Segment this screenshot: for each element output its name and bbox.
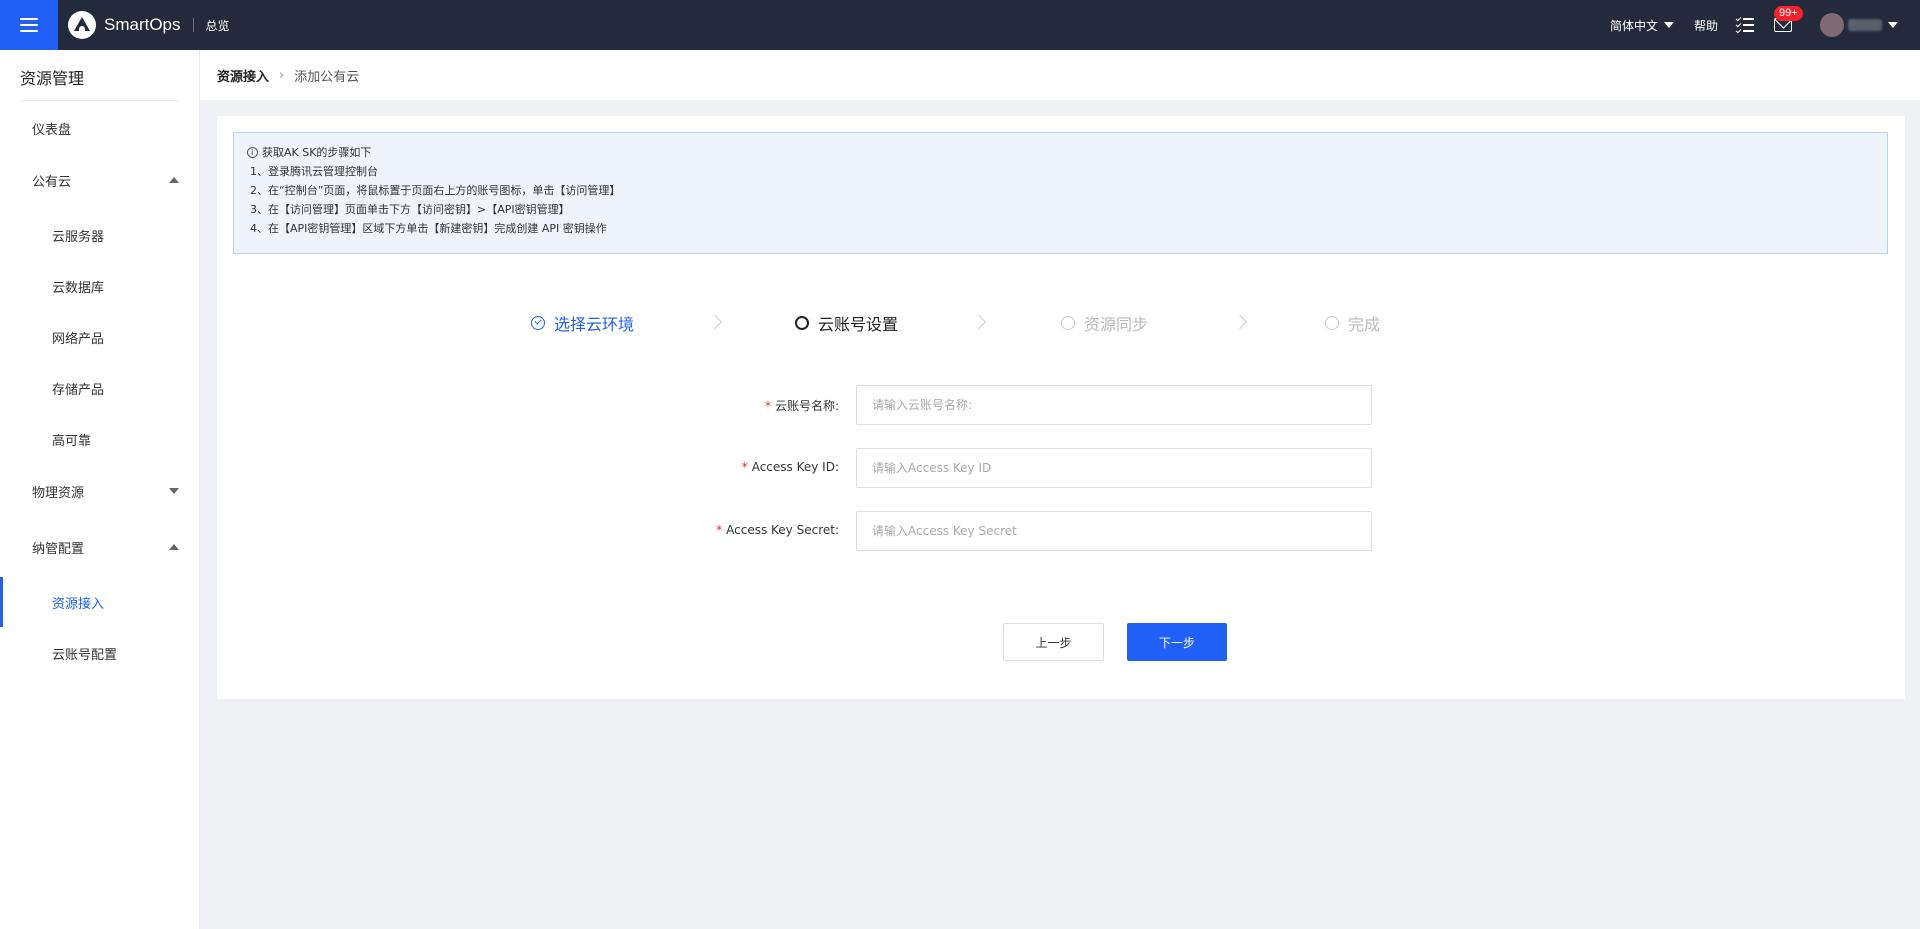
brand[interactable]: SmartOps	[68, 11, 181, 39]
step-label: 云账号设置	[818, 315, 899, 334]
sidebar-item-label: 存储产品	[52, 382, 105, 398]
sidebar-item-storage[interactable]: 存储产品	[0, 368, 199, 408]
chevron-down-icon	[1888, 22, 1898, 28]
topbar-right: 简体中文 帮助 99+	[1610, 0, 1920, 50]
sidebar-item-label: 纳管配置	[32, 541, 85, 557]
logo-icon	[68, 11, 96, 39]
sidebar-item-label: 云账号配置	[52, 647, 118, 663]
step-label: 资源同步	[1084, 315, 1149, 334]
info-icon	[247, 143, 258, 162]
sidebar-title: 资源管理	[20, 69, 85, 88]
sidebar: 资源管理 仪表盘 公有云 云服务器 云数据库 网络产品 存储产品 高可靠 物理资…	[0, 50, 200, 929]
notification-badge: 99+	[1774, 6, 1803, 21]
collapse-icon	[169, 544, 179, 550]
form-row-access-key-secret: * Access Key Secret:	[217, 511, 1905, 551]
steps: 选择云环境 云账号设置 资源同步 完成	[217, 308, 1905, 338]
main-card: 获取AK SK的步骤如下 1、登录腾讯云管理控制台 2、在“控制台”页面，将鼠标…	[217, 116, 1905, 699]
expand-icon	[169, 488, 179, 494]
step-cloud-account-settings: 云账号设置	[795, 308, 898, 338]
sidebar-item-high-availability[interactable]: 高可靠	[0, 419, 199, 459]
sidebar-item-management-config[interactable]: 纳管配置	[0, 527, 199, 567]
avatar	[1820, 13, 1844, 37]
sidebar-item-label: 云服务器	[52, 229, 105, 245]
chevron-right-icon: ›	[279, 67, 285, 83]
access-key-id-label: * Access Key ID:	[741, 460, 839, 474]
notice-line: 3、在【访问管理】页面单击下方【访问密钥】>【API密钥管理】	[250, 203, 570, 216]
chevron-right-icon	[1232, 314, 1248, 330]
account-name-input[interactable]	[856, 385, 1372, 425]
brand-divider	[192, 18, 194, 32]
sidebar-item-public-cloud[interactable]: 公有云	[0, 160, 199, 200]
next-step-button[interactable]: 下一步	[1127, 623, 1227, 661]
notice-line: 4、在【API密钥管理】区域下方单击【新建密钥】完成创建 API 密钥操作	[250, 222, 607, 235]
circle-icon	[1325, 316, 1339, 330]
sidebar-item-label: 高可靠	[52, 433, 92, 449]
account-name-label: * 云账号名称:	[764, 399, 839, 413]
access-key-secret-label: * Access Key Secret:	[716, 523, 839, 537]
sidebar-item-network[interactable]: 网络产品	[0, 317, 199, 357]
check-circle-icon	[531, 316, 545, 330]
circle-icon	[795, 316, 809, 330]
circle-icon	[1061, 316, 1075, 330]
sidebar-divider	[20, 100, 179, 101]
sidebar-item-cloud-server[interactable]: 云服务器	[0, 215, 199, 255]
prev-step-button[interactable]: 上一步	[1003, 623, 1104, 661]
top-bar: SmartOps 总览 简体中文 帮助 99+	[0, 0, 1920, 50]
language-select[interactable]: 简体中文	[1610, 17, 1674, 34]
access-key-secret-input[interactable]	[856, 511, 1372, 551]
notice-line: 2、在“控制台”页面，将鼠标置于页面右上方的账号图标，单击【访问管理】	[250, 184, 621, 197]
user-name-blurred	[1848, 19, 1882, 31]
chevron-right-icon	[971, 314, 987, 330]
language-label: 简体中文	[1609, 18, 1658, 33]
notice-title-text: 获取AK SK的步骤如下	[262, 146, 372, 159]
form-row-account-name: * 云账号名称:	[217, 385, 1905, 425]
task-list-icon[interactable]	[1735, 15, 1754, 34]
access-key-id-input[interactable]	[856, 448, 1372, 488]
sidebar-item-cloud-account-config[interactable]: 云账号配置	[0, 633, 199, 673]
sidebar-item-label: 仪表盘	[32, 122, 72, 138]
sidebar-item-dashboard[interactable]: 仪表盘	[0, 108, 199, 148]
form-row-access-key-id: * Access Key ID:	[217, 448, 1905, 488]
user-menu[interactable]	[1820, 13, 1898, 37]
info-notice: 获取AK SK的步骤如下 1、登录腾讯云管理控制台 2、在“控制台”页面，将鼠标…	[233, 132, 1888, 254]
breadcrumb-current: 添加公有云	[294, 69, 360, 85]
brand-name: SmartOps	[104, 15, 181, 34]
menu-toggle-button[interactable]	[0, 0, 58, 50]
nav-overview-link[interactable]: 总览	[206, 17, 230, 34]
chevron-down-icon	[1663, 22, 1674, 28]
sidebar-item-label: 云数据库	[52, 280, 105, 296]
notice-line: 1、登录腾讯云管理控制台	[250, 165, 378, 178]
sidebar-item-label: 公有云	[32, 174, 72, 190]
sidebar-item-label: 网络产品	[52, 331, 105, 347]
step-label: 选择云环境	[554, 315, 635, 334]
sidebar-item-cloud-database[interactable]: 云数据库	[0, 266, 199, 306]
sidebar-item-resource-access[interactable]: 资源接入	[0, 577, 199, 627]
step-complete: 完成	[1325, 308, 1380, 338]
breadcrumb-item-resource-access[interactable]: 资源接入	[217, 66, 269, 85]
sidebar-item-physical-resources[interactable]: 物理资源	[0, 471, 199, 511]
step-select-cloud-env[interactable]: 选择云环境	[531, 308, 634, 338]
step-label: 完成	[1348, 315, 1381, 334]
hamburger-icon	[20, 18, 38, 32]
breadcrumb: 资源接入 › 添加公有云	[200, 50, 1920, 100]
notice-title: 获取AK SK的步骤如下	[247, 143, 1874, 162]
notifications-button[interactable]: 99+	[1774, 6, 1803, 32]
step-resource-sync: 资源同步	[1061, 308, 1148, 338]
sidebar-item-label: 资源接入	[52, 596, 105, 612]
sidebar-item-label: 物理资源	[32, 485, 85, 501]
chevron-right-icon	[707, 314, 723, 330]
help-link[interactable]: 帮助	[1694, 17, 1718, 34]
collapse-icon	[169, 177, 179, 183]
